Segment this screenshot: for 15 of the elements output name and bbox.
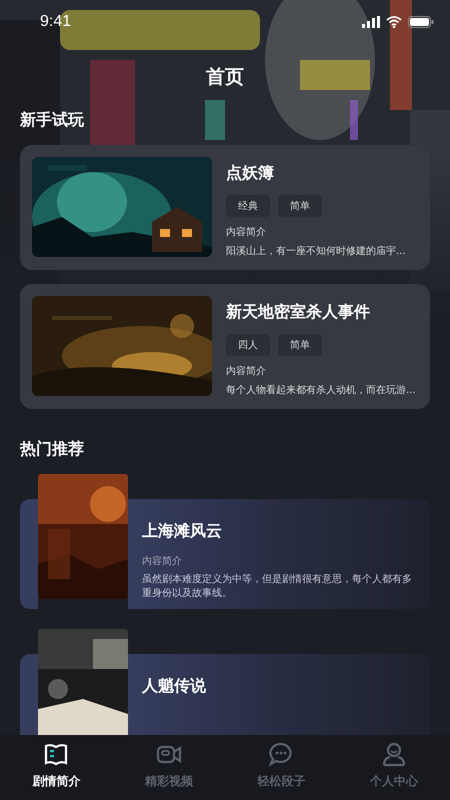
section-heading: 热门推荐 (20, 439, 85, 460)
script-card[interactable]: 人魈传说 (128, 654, 430, 735)
intro-text: 虽然剧本难度定义为中等，但是剧情很有意思，每个人都有多重身份以及故事线。 (142, 573, 413, 600)
book-icon (43, 741, 70, 767)
tag: 四人 (226, 334, 270, 356)
script-card[interactable]: 上海滩风云 内容简介 虽然剧本难度定义为中等，但是剧情很有意思，每个人都有多重身份以及故事线。 (128, 499, 430, 609)
intro-label: 内容简介 (142, 554, 183, 568)
tag: 简单 (278, 334, 322, 356)
card-title: 人魈传说 (142, 676, 207, 697)
card-title: 上海滩风云 (142, 521, 223, 542)
person-icon (380, 741, 407, 767)
intro-text: 每个人物看起来都有杀人动机，而在玩游... (226, 384, 416, 397)
chat-bubble-icon (268, 741, 294, 767)
tab[interactable]: 剧情简介 (0, 735, 112, 800)
intro-label: 内容简介 (226, 364, 267, 378)
